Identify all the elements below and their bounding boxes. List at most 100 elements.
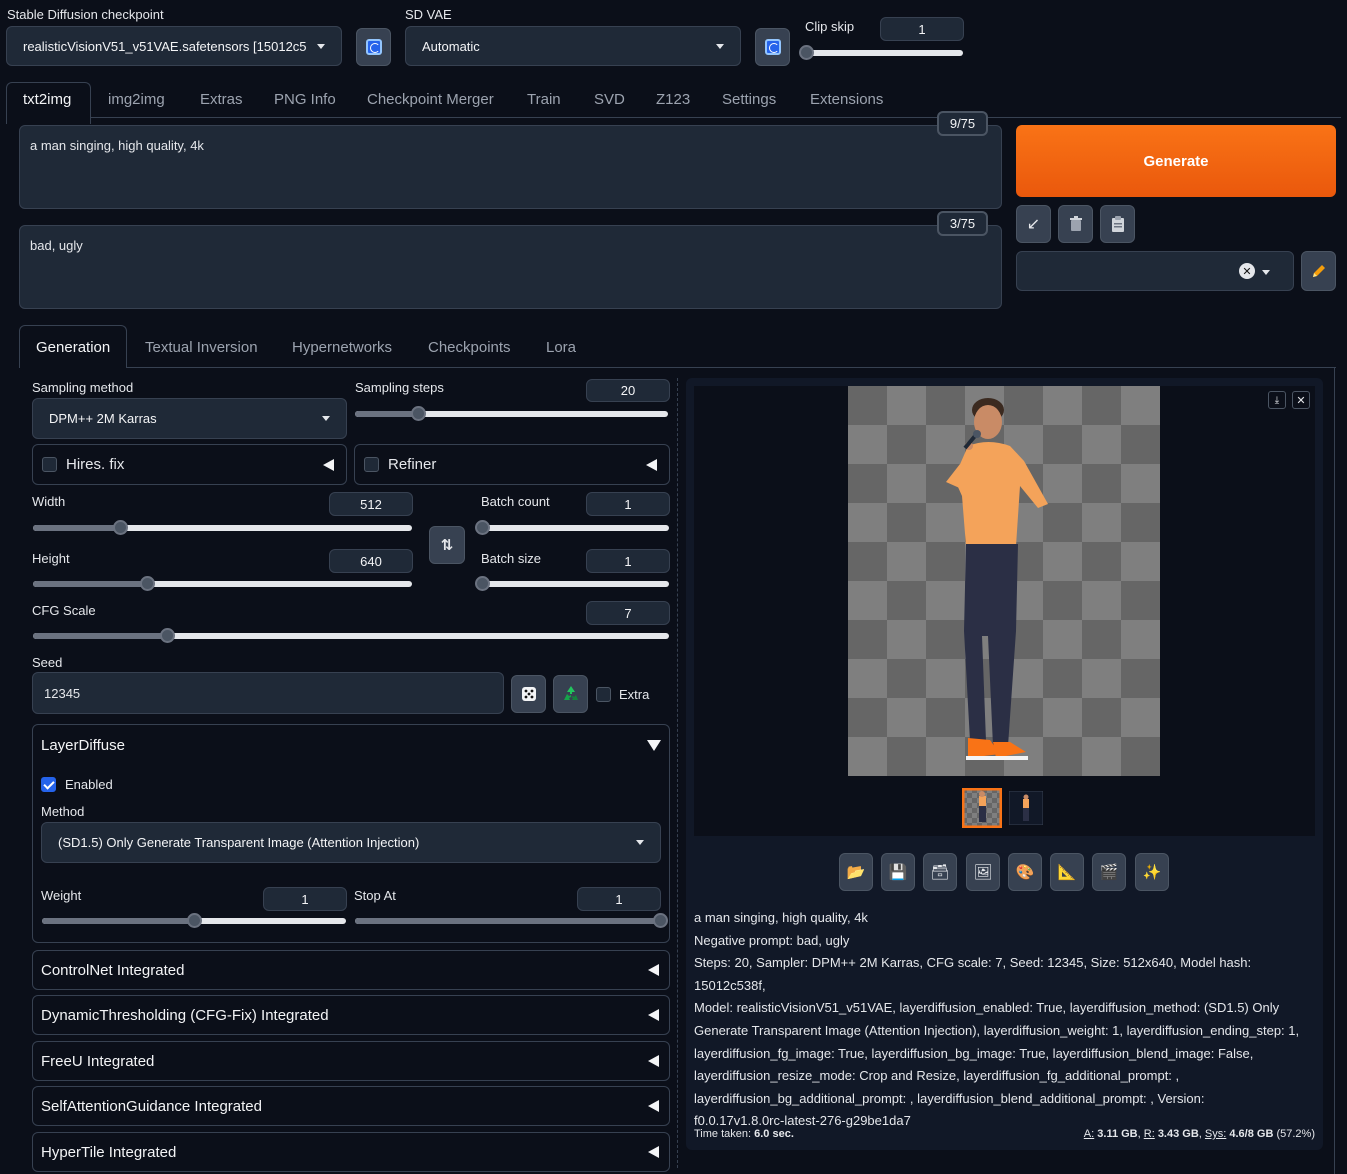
layerdiffuse-title[interactable]: LayerDiffuse — [41, 737, 125, 754]
negative-prompt-textarea[interactable]: bad, ugly — [19, 225, 1002, 309]
prompt-textarea[interactable]: a man singing, high quality, 4k — [19, 125, 1002, 209]
cfg-scale-input[interactable]: 7 — [586, 601, 670, 625]
info-line: layerdiffusion_resize_mode: Crop and Res… — [694, 1068, 1180, 1084]
styles-apply-button[interactable] — [1100, 205, 1135, 243]
weight-slider[interactable] — [42, 913, 346, 928]
vae-dropdown[interactable]: Automatic — [405, 26, 741, 66]
refresh-vae-button[interactable] — [755, 28, 790, 66]
extra-seed-checkbox[interactable] — [596, 687, 611, 702]
negative-token-counter: 3/75 — [937, 211, 988, 236]
memory-stats: A: 3.11 GB, R: 3.43 GB, Sys: 4.6/8 GB (5… — [1083, 1128, 1315, 1140]
send-to-extras-button[interactable]: 📐 — [1050, 853, 1084, 891]
refresh-checkpoint-button[interactable] — [356, 28, 391, 66]
zip-button[interactable]: 🗃 — [923, 853, 957, 891]
sampling-method-dropdown[interactable]: DPM++ 2M Karras — [32, 398, 347, 439]
hires-fix-accordion[interactable]: Hires. fix — [32, 444, 347, 485]
slider-thumb[interactable] — [159, 628, 175, 643]
generated-image[interactable] — [848, 386, 1160, 776]
read-params-button[interactable]: ↙ — [1016, 205, 1051, 243]
method-dropdown[interactable]: (SD1.5) Only Generate Transparent Image … — [41, 822, 661, 863]
tab-txt2img[interactable]: txt2img — [23, 91, 71, 108]
tab-img2img[interactable]: img2img — [108, 91, 165, 108]
slider-thumb[interactable] — [475, 520, 490, 535]
tab-png-info[interactable]: PNG Info — [274, 91, 336, 108]
slider-thumb[interactable] — [139, 576, 155, 591]
slider-thumb[interactable] — [653, 913, 668, 928]
batch-count-label: Batch count — [481, 494, 550, 509]
height-input[interactable]: 640 — [329, 549, 413, 573]
slider-thumb[interactable] — [187, 913, 202, 928]
batch-count-input[interactable]: 1 — [586, 492, 670, 516]
slider-thumb[interactable] — [475, 576, 490, 591]
tab-svd[interactable]: SVD — [594, 91, 625, 108]
accordion-dynamicthresholding-cfg-fix-integrated[interactable]: DynamicThresholding (CFG-Fix) Integrated — [32, 995, 670, 1035]
cfg-scale-slider[interactable] — [33, 628, 669, 643]
clear-prompt-button[interactable] — [1058, 205, 1093, 243]
subtab-checkpoints[interactable]: Checkpoints — [428, 339, 511, 356]
tab-z123[interactable]: Z123 — [656, 91, 690, 108]
accordion-selfattentionguidance-integrated[interactable]: SelfAttentionGuidance Integrated — [32, 1086, 670, 1126]
reuse-seed-button[interactable] — [553, 675, 588, 713]
batch-count-slider[interactable] — [475, 520, 669, 535]
accordion-freeu-integrated[interactable]: FreeU Integrated — [32, 1041, 670, 1081]
send-to-img2img-button[interactable]: 🖼 — [966, 853, 1000, 891]
swap-arrows-icon: ⇅ — [440, 537, 454, 554]
send-to-svd-button[interactable]: 🎬 — [1092, 853, 1126, 891]
tab-extras[interactable]: Extras — [200, 91, 243, 108]
refiner-accordion[interactable]: Refiner — [354, 444, 670, 485]
thumbnail-transparent[interactable] — [962, 788, 1002, 828]
upscale-button[interactable]: ✨ — [1135, 853, 1169, 891]
refiner-checkbox[interactable] — [364, 457, 379, 472]
width-input[interactable]: 512 — [329, 492, 413, 516]
accordion-hypertile-integrated[interactable]: HyperTile Integrated — [32, 1132, 670, 1172]
sampling-method-label: Sampling method — [32, 380, 134, 395]
save-button[interactable]: 💾 — [881, 853, 915, 891]
tab-checkpoint-merger[interactable]: Checkpoint Merger — [367, 91, 494, 108]
tab-extensions[interactable]: Extensions — [810, 91, 883, 108]
weight-input[interactable]: 1 — [263, 887, 347, 911]
width-slider[interactable] — [33, 520, 412, 535]
clip-skip-slider[interactable] — [799, 45, 963, 60]
clip-skip-input[interactable]: 1 — [880, 17, 964, 41]
edit-styles-button[interactable] — [1301, 251, 1336, 291]
hires-fix-checkbox[interactable] — [42, 457, 57, 472]
tab-train[interactable]: Train — [527, 91, 561, 108]
download-icon[interactable]: ⤓ — [1268, 391, 1286, 409]
collapse-arrow-icon — [646, 458, 657, 471]
column-divider — [677, 378, 678, 1168]
expand-arrow-icon[interactable] — [647, 740, 661, 751]
random-seed-button[interactable] — [511, 675, 546, 713]
send-to-inpaint-button[interactable]: 🎨 — [1008, 853, 1042, 891]
generate-button[interactable]: Generate — [1016, 125, 1336, 197]
accordion-controlnet-integrated[interactable]: ControlNet Integrated — [32, 950, 670, 990]
close-icon[interactable]: ✕ — [1292, 391, 1310, 409]
vae-value: Automatic — [422, 38, 480, 54]
styles-dropdown[interactable]: ✕ — [1016, 251, 1294, 291]
subtab-textual-inversion[interactable]: Textual Inversion — [145, 339, 258, 356]
slider-thumb[interactable] — [799, 45, 814, 60]
batch-size-slider[interactable] — [475, 576, 669, 591]
close-icon[interactable]: ✕ — [1239, 263, 1255, 279]
sampling-steps-slider[interactable] — [355, 406, 668, 421]
collapse-arrow-icon — [648, 1146, 659, 1158]
tab-settings[interactable]: Settings — [722, 91, 776, 108]
height-slider[interactable] — [33, 576, 412, 591]
checkpoint-dropdown[interactable]: realisticVisionV51_v51VAE.safetensors [1… — [6, 26, 342, 66]
collapse-arrow-icon — [648, 1009, 659, 1021]
slider-thumb[interactable] — [113, 520, 129, 535]
batch-size-input[interactable]: 1 — [586, 549, 670, 573]
sampling-steps-input[interactable]: 20 — [586, 379, 670, 402]
mem-r-label: R: — [1143, 1128, 1155, 1140]
enabled-label: Enabled — [65, 777, 113, 792]
open-folder-button[interactable]: 📂 — [839, 853, 873, 891]
stop-at-slider[interactable] — [355, 913, 668, 928]
slider-thumb[interactable] — [410, 406, 426, 421]
swap-dimensions-button[interactable]: ⇅ — [429, 526, 465, 564]
thumbnail-foreground[interactable] — [1009, 791, 1043, 825]
subtab-generation[interactable]: Generation — [36, 339, 110, 356]
seed-input[interactable]: 12345 — [32, 672, 504, 714]
enabled-checkbox[interactable] — [41, 777, 56, 792]
stop-at-input[interactable]: 1 — [577, 887, 661, 911]
subtab-hypernetworks[interactable]: Hypernetworks — [292, 339, 392, 356]
subtab-lora[interactable]: Lora — [546, 339, 576, 356]
